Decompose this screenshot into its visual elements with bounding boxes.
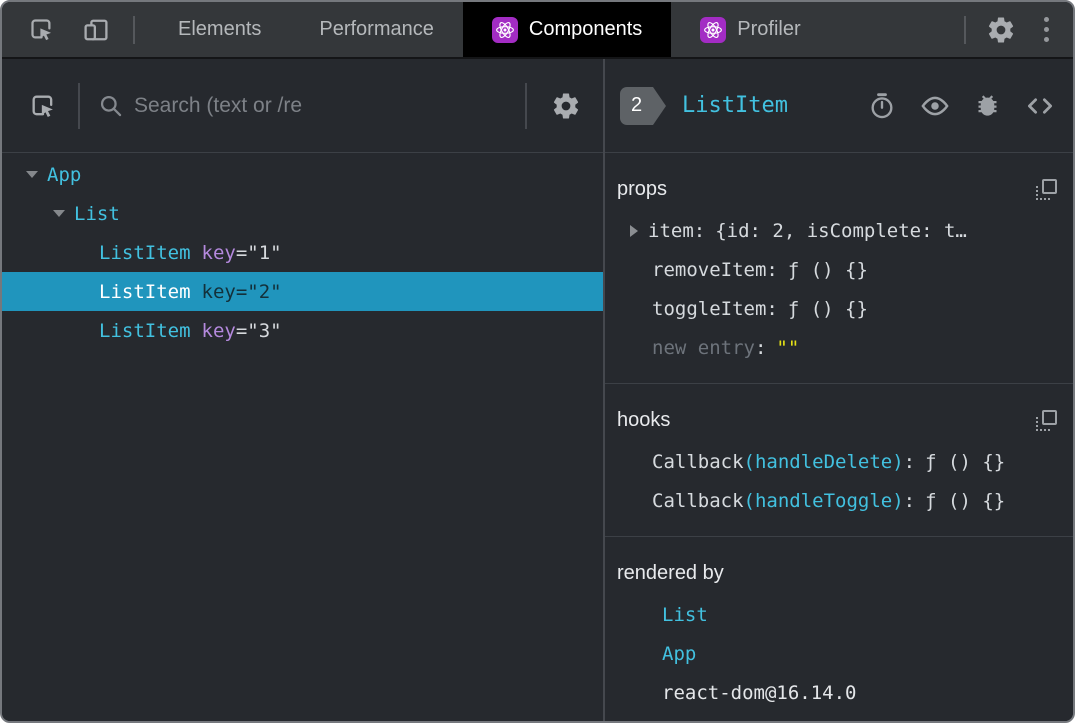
hook-name: Callback <box>652 489 744 512</box>
tab-label: Components <box>528 18 643 40</box>
owner-link[interactable]: App <box>662 643 696 665</box>
prop-row-item[interactable]: item: {id: 2, isComplete: t… <box>617 211 1057 250</box>
tab-label: Profiler <box>737 18 801 40</box>
key-attr-value: ="1" <box>235 241 282 264</box>
tree-row-list[interactable]: List <box>2 194 603 233</box>
key-attr-name: key <box>201 280 236 303</box>
prop-key: toggleItem <box>652 297 767 320</box>
key-attr-value: ="2" <box>235 280 282 303</box>
chevron-down-icon[interactable] <box>53 210 65 217</box>
inspector-header: 2 ListItem <box>605 59 1073 153</box>
tree-toolbar <box>2 59 603 153</box>
search-input[interactable] <box>134 93 525 118</box>
hooks-section-label: hooks <box>617 408 671 431</box>
badge-count: 2 <box>620 86 653 125</box>
tabbar-divider <box>964 15 966 44</box>
copy-icon[interactable] <box>1036 409 1057 431</box>
tab-performance[interactable]: Performance <box>290 2 463 57</box>
prop-value: {id: 2, isComplete: t… <box>715 219 967 242</box>
tree-row-app[interactable]: App <box>2 155 603 194</box>
chevron-right-icon[interactable] <box>630 224 638 237</box>
tab-components[interactable]: Components <box>462 2 672 57</box>
hook-arg: (handleDelete) <box>743 450 904 473</box>
eye-icon[interactable] <box>920 91 950 121</box>
hook-arg: (handleToggle) <box>743 489 904 512</box>
tree-row-listitem-2[interactable]: ListItem key ="2" <box>2 272 603 311</box>
component-tree: App List ListItem key ="1" ListItem key ="2"… <box>2 153 603 721</box>
chevron-down-icon[interactable] <box>26 171 38 178</box>
tab-label: Elements <box>178 18 262 40</box>
hook-row-handletoggle: Callback (handleToggle): ƒ () {} <box>652 489 1006 512</box>
prop-row-toggleitem: toggleItem: ƒ () {} <box>652 297 868 320</box>
props-section: props item: {id: 2, isComplete: t… remov… <box>605 153 1073 384</box>
new-entry-value[interactable]: "" <box>776 337 799 359</box>
rendered-by-reactdom: react-dom@16.14.0 <box>617 673 1057 712</box>
prop-row-removeitem: removeItem: ƒ () {} <box>652 258 868 281</box>
component-name: ListItem <box>99 280 191 303</box>
rendered-by-list[interactable]: List <box>617 595 1057 634</box>
device-toolbar-icon[interactable] <box>81 15 111 45</box>
selected-component-title: ListItem <box>682 93 788 118</box>
owner-link[interactable]: List <box>662 604 708 626</box>
settings-gear-icon[interactable] <box>986 15 1016 45</box>
tree-row-listitem-1[interactable]: ListItem key ="1" <box>2 233 603 272</box>
key-attr-name: key <box>201 241 236 264</box>
prop-value: ƒ () {} <box>787 258 868 281</box>
devtools-tabbar: Elements Performance Components Profiler <box>2 2 1073 59</box>
component-name: List <box>74 202 120 225</box>
react-logo-icon <box>491 16 518 43</box>
copy-icon[interactable] <box>1036 178 1057 200</box>
search-icon <box>97 92 124 119</box>
hook-name: Callback <box>652 450 744 473</box>
devtools-window: Elements Performance Components Profiler… <box>0 0 1075 723</box>
inspect-cursor-icon[interactable] <box>29 92 57 120</box>
prop-key: removeItem <box>652 258 767 281</box>
bug-icon[interactable] <box>974 92 1001 119</box>
component-name: ListItem <box>99 319 191 342</box>
component-inspector-panel: 2 ListItem props item: {id: 2, isComple… <box>605 59 1073 721</box>
settings-gear-icon[interactable] <box>551 91 581 121</box>
prop-row-new-entry[interactable]: new entry: "" <box>617 328 1057 367</box>
hook-value: ƒ () {} <box>925 489 1006 512</box>
react-logo-icon <box>700 16 727 43</box>
prop-value: ƒ () {} <box>787 297 868 320</box>
new-entry-key[interactable]: new entry <box>652 337 755 359</box>
renderer-version: react-dom@16.14.0 <box>662 681 857 704</box>
element-badge: 2 <box>620 86 666 125</box>
toolbar-divider <box>525 82 527 129</box>
toolbar-divider <box>78 82 80 129</box>
kebab-menu-icon[interactable] <box>1044 17 1049 42</box>
props-section-label: props <box>617 177 668 200</box>
tree-row-listitem-3[interactable]: ListItem key ="3" <box>2 311 603 350</box>
components-tree-panel: App List ListItemkey="1" ListItemkey="2"… <box>2 59 605 721</box>
hook-row-handledelete: Callback (handleDelete): ƒ () {} <box>652 450 1006 473</box>
tab-elements[interactable]: Elements <box>149 2 290 57</box>
hook-value: ƒ () {} <box>925 450 1006 473</box>
code-brackets-icon[interactable] <box>1025 91 1055 121</box>
key-attr-value: ="3" <box>235 319 282 342</box>
tab-profiler[interactable]: Profiler <box>671 2 829 57</box>
tabbar-divider <box>133 15 135 44</box>
component-name: ListItem <box>99 241 191 264</box>
rendered-by-section: rendered by List App react-dom@16.14.0 <box>605 537 1073 721</box>
tab-label: Performance <box>319 18 434 40</box>
key-attr-name: key <box>201 319 236 342</box>
badge-arrow <box>653 86 666 125</box>
prop-key: item <box>648 219 694 242</box>
rendered-by-app[interactable]: App <box>617 634 1057 673</box>
rendered-by-label: rendered by <box>617 561 724 584</box>
hooks-section: hooks Callback (handleDelete): ƒ () {} Ca… <box>605 384 1073 537</box>
stopwatch-icon[interactable] <box>868 92 896 120</box>
inspect-cursor-icon[interactable] <box>28 16 55 43</box>
component-name: App <box>47 163 82 186</box>
